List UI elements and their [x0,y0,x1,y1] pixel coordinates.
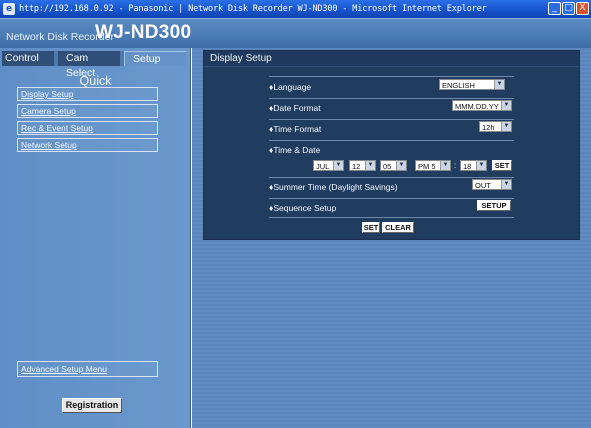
registration-button[interactable]: Registration [62,398,122,413]
tab-setup[interactable]: Setup [124,51,186,66]
date-format-value: MMM.DD.YY [455,102,499,111]
sequence-row: ♦Sequence Setup SETUP [269,200,514,217]
chevron-down-icon: ▼ [476,161,486,170]
divider [269,140,514,141]
chevron-down-icon: ▼ [501,180,511,189]
time-date-controls: JUL ▼ 12 ▼ 05 ▼ PM 5 ▼ : 18 ▼ SET [269,160,514,173]
minute-select[interactable]: 18 ▼ [460,160,487,171]
chevron-down-icon: ▼ [494,80,504,89]
minute-value: 18 [463,162,472,171]
close-button[interactable]: X [576,2,589,15]
chevron-down-icon: ▼ [365,161,375,170]
date-format-row: ♦Date Format MMM.DD.YY ▼ [269,100,514,117]
sidebar-item-camera-setup[interactable]: Camera Setup [17,104,158,118]
sidebar: Control Cam Select Setup Quick Display S… [0,48,191,428]
hour-value: PM 5 [418,162,436,171]
time-format-label: ♦Time Format [269,124,322,134]
chevron-down-icon: ▼ [440,161,450,170]
maximize-button[interactable]: □ [562,2,575,15]
time-date-label: ♦Time & Date [269,145,321,155]
browser-title-bar: e http://192.168.0.92 - Panasonic | Netw… [0,0,591,18]
clear-button[interactable]: CLEAR [382,222,414,233]
year-value: 05 [383,162,392,171]
chevron-down-icon: ▼ [396,161,406,170]
summer-time-label: ♦Summer Time (Daylight Savings) [269,182,398,192]
internet-explorer-icon: e [3,3,15,15]
language-row: ♦Language ENGLISH ▼ [269,79,514,96]
divider [269,76,514,77]
time-format-value: 12h [482,123,495,132]
time-colon: : [454,161,457,170]
display-setup-panel: Display Setup ♦Language ENGLISH ▼ ♦Date … [203,50,580,240]
tab-cam-select[interactable]: Cam Select [58,51,120,79]
chevron-down-icon: ▼ [501,101,511,110]
time-format-select[interactable]: 12h ▼ [479,121,512,132]
summer-time-value: OUT [475,181,491,190]
chevron-down-icon: ▼ [501,122,511,131]
time-date-row: ♦Time & Date [269,142,514,159]
sidebar-item-rec-event-setup[interactable]: Rec & Event Setup [17,121,158,135]
time-format-row: ♦Time Format 12h ▼ [269,121,514,138]
sidebar-item-advanced-setup-menu[interactable]: Advanced Setup Menu [17,361,158,377]
date-format-label: ♦Date Format [269,103,321,113]
language-value: ENGLISH [442,81,475,90]
day-value: 12 [352,162,361,171]
divider [269,98,514,99]
divider [269,217,514,218]
date-format-select[interactable]: MMM.DD.YY ▼ [452,100,512,111]
minimize-button[interactable]: _ [548,2,561,15]
year-select[interactable]: 05 ▼ [380,160,407,171]
sequence-label: ♦Sequence Setup [269,203,337,213]
month-select[interactable]: JUL ▼ [313,160,344,171]
panel-title: Display Setup [204,51,579,67]
summer-time-select[interactable]: OUT ▼ [472,179,512,190]
divider [269,119,514,120]
chevron-down-icon: ▼ [333,161,343,170]
tab-control[interactable]: Control [2,51,54,66]
window-title: http://192.168.0.92 - Panasonic | Networ… [19,4,487,14]
quick-heading: Quick [79,74,112,88]
language-label: ♦Language [269,82,312,92]
divider [269,177,514,178]
sidebar-item-display-setup[interactable]: Display Setup [17,87,158,101]
sidebar-item-network-setup[interactable]: Network Setup [17,138,158,152]
hour-select[interactable]: PM 5 ▼ [415,160,451,171]
day-select[interactable]: 12 ▼ [349,160,376,171]
time-date-set-button[interactable]: SET [492,160,512,171]
model-name: WJ-ND300 [95,22,192,43]
month-value: JUL [316,162,330,171]
app-header: Network Disk Recorder WJ-ND300 [0,18,591,48]
language-select[interactable]: ENGLISH ▼ [439,79,505,90]
divider [269,198,514,199]
sequence-setup-button[interactable]: SETUP [477,200,511,211]
set-button[interactable]: SET [362,222,380,233]
summer-time-row: ♦Summer Time (Daylight Savings) OUT ▼ [269,179,514,196]
main-content: Display Setup ♦Language ENGLISH ▼ ♦Date … [192,48,591,428]
